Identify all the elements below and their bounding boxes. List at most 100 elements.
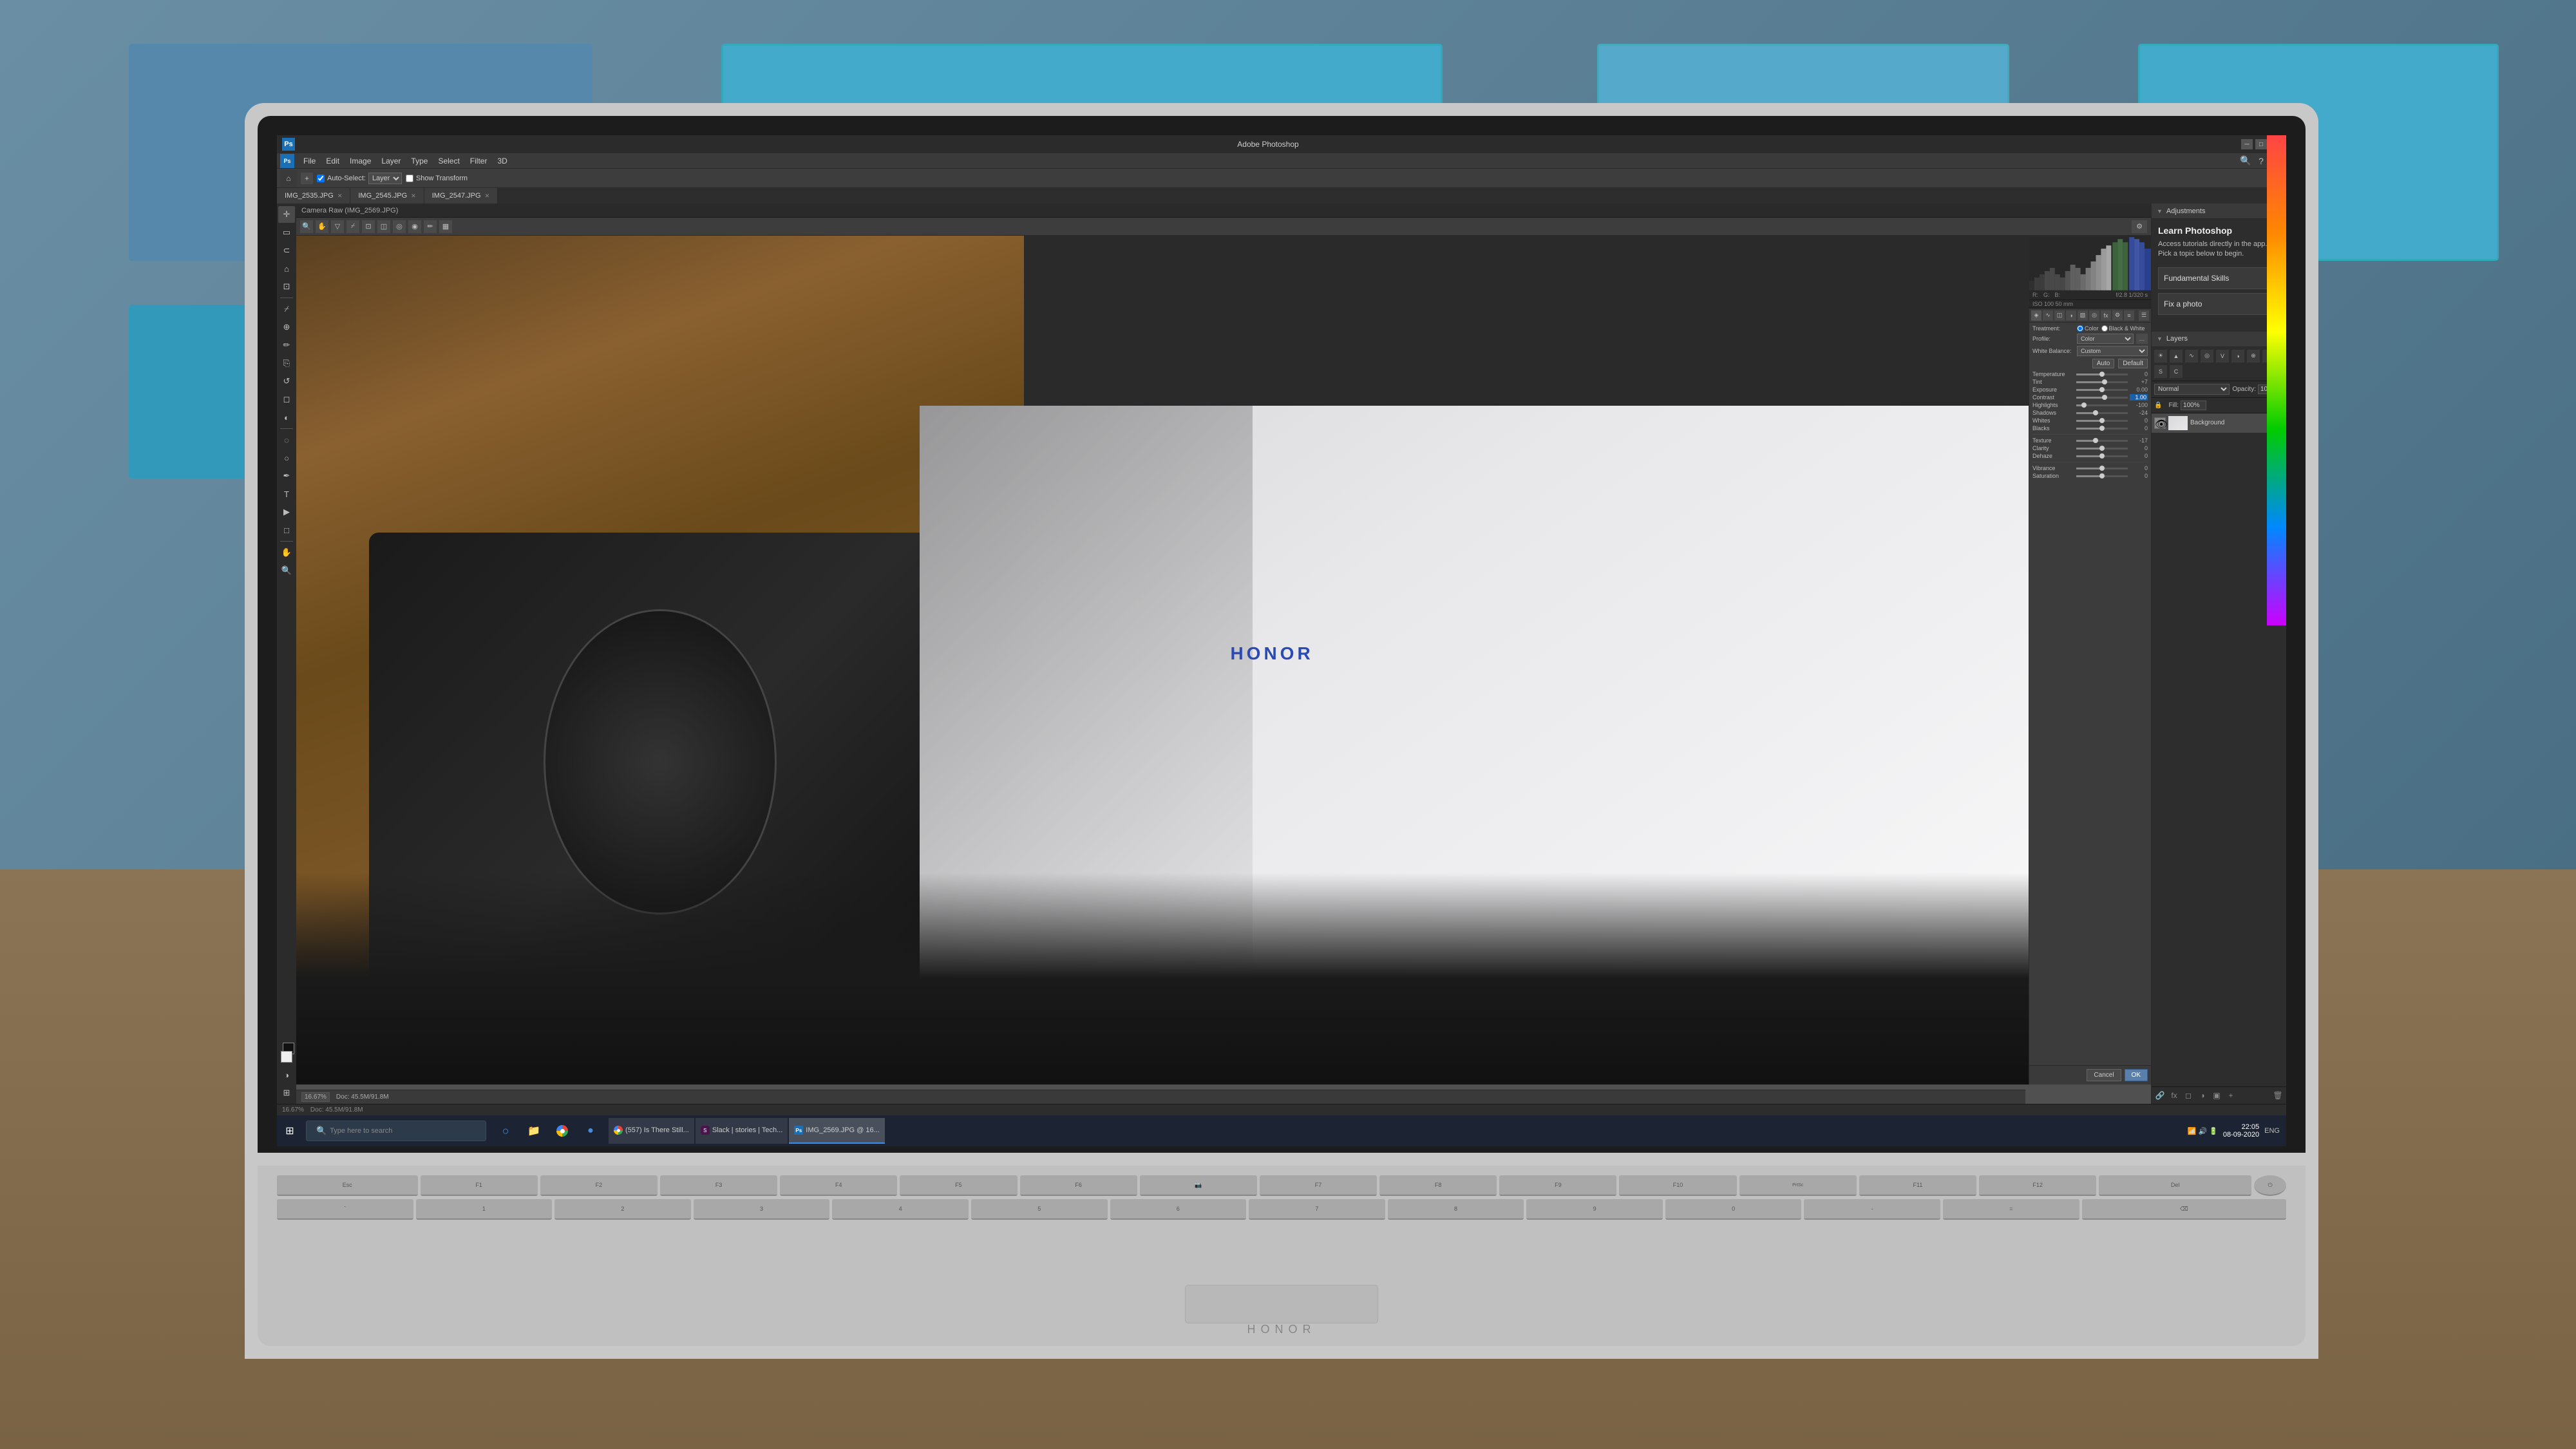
learn-item-fix-photo[interactable]: Fix a photo › — [2158, 293, 2280, 315]
zoom-indicator[interactable]: 16.67% — [301, 1092, 330, 1102]
taskbar-chrome[interactable] — [549, 1118, 575, 1144]
adjustments-panel-header[interactable]: ▼ Adjustments — [2152, 204, 2286, 219]
cr-spot-removal[interactable]: ◎ — [393, 220, 406, 233]
start-button[interactable]: ⊞ — [277, 1118, 303, 1144]
treatment-bw-radio[interactable] — [2101, 325, 2108, 332]
add-mask-btn[interactable]: ◻ — [2183, 1090, 2194, 1101]
menu-type[interactable]: Type — [406, 155, 433, 167]
menu-image[interactable]: Image — [345, 155, 376, 167]
treatment-color-radio[interactable] — [2077, 325, 2083, 332]
sound-icon[interactable]: 🔊 — [2198, 1127, 2207, 1135]
tool-lasso[interactable]: ⊂ — [278, 242, 295, 259]
ok-button[interactable]: OK — [2125, 1069, 2148, 1081]
close-tab-icon-3[interactable]: ✕ — [485, 193, 490, 200]
cr-crop-tool[interactable]: ⊡ — [362, 220, 375, 233]
maximize-button[interactable]: □ — [2255, 139, 2267, 149]
adj-icon-curves[interactable]: ∿ — [2185, 350, 2198, 363]
adj-icon-levels[interactable]: ▲ — [2170, 350, 2183, 363]
tool-eraser[interactable]: ◻ — [278, 391, 295, 408]
adj-icon-selective-color[interactable]: S — [2154, 365, 2167, 378]
key-f5[interactable]: F5 — [900, 1175, 1017, 1196]
tab-img2535[interactable]: IMG_2535.JPG ✕ — [277, 188, 350, 204]
key-f9[interactable]: F9 — [1499, 1175, 1616, 1196]
key-prtsc[interactable]: PrtSc — [1739, 1175, 1857, 1196]
tint-slider[interactable] — [2076, 381, 2128, 383]
key-3[interactable]: 3 — [694, 1199, 830, 1220]
network-icon[interactable]: 📶 — [2188, 1127, 2197, 1135]
key-camera[interactable]: 📷 — [1140, 1175, 1257, 1196]
tool-quick-mask[interactable]: ◑ — [278, 1066, 295, 1083]
new-layer-btn[interactable]: + — [2225, 1090, 2237, 1101]
treatment-bw-option[interactable]: Black & White — [2101, 325, 2145, 332]
tool-shape[interactable]: □ — [278, 522, 295, 538]
key-f11[interactable]: F11 — [1859, 1175, 1976, 1196]
exposure-thumb[interactable] — [2099, 387, 2105, 392]
cr-zoom-tool[interactable]: 🔍 — [300, 220, 313, 233]
key-f3[interactable]: F3 — [660, 1175, 777, 1196]
dehaze-thumb[interactable] — [2099, 453, 2105, 459]
tool-crop[interactable]: ⊡ — [278, 278, 295, 295]
key-del[interactable]: Del — [2099, 1175, 2251, 1196]
whites-slider[interactable] — [2076, 420, 2128, 422]
home-icon[interactable]: ⌂ — [280, 170, 297, 187]
menu-select[interactable]: Select — [433, 155, 464, 167]
key-f12[interactable]: F12 — [1979, 1175, 2096, 1196]
wb-dropdown[interactable]: Custom As Shot Auto Daylight Cloudy — [2077, 346, 2148, 356]
profile-dropdown[interactable]: Color — [2077, 334, 2134, 344]
cr-tab-presets[interactable]: ≡ — [2124, 310, 2134, 321]
cr-tab-calibrate[interactable]: ⚙ — [2112, 310, 2123, 321]
key-minus[interactable]: - — [1804, 1199, 1940, 1220]
key-4[interactable]: 4 — [832, 1199, 969, 1220]
cr-red-eye[interactable]: ◉ — [408, 220, 421, 233]
blacks-slider[interactable] — [2076, 428, 2128, 430]
menu-filter[interactable]: Filter — [465, 155, 493, 167]
blending-mode-dropdown[interactable]: Normal — [2154, 384, 2230, 395]
fill-input[interactable] — [2181, 401, 2206, 410]
learn-item-fundamental[interactable]: Fundamental Skills › — [2158, 267, 2280, 289]
layers-panel-header[interactable]: ▼ Layers — [2152, 332, 2286, 347]
taskbar-files[interactable]: 📁 — [521, 1118, 547, 1144]
adj-icon-hsl[interactable]: ◑ — [2231, 350, 2244, 363]
temperature-slider[interactable] — [2076, 374, 2128, 375]
adj-icon-exposure[interactable]: ◎ — [2201, 350, 2213, 363]
vibrance-thumb[interactable] — [2099, 466, 2105, 471]
menu-3d[interactable]: 3D — [492, 155, 512, 167]
color-spectrum-strip[interactable] — [2267, 204, 2286, 625]
exposure-slider[interactable] — [2076, 389, 2128, 391]
taskbar-search-box[interactable]: 🔍 Type here to search — [306, 1121, 486, 1141]
texture-thumb[interactable] — [2093, 438, 2098, 443]
adj-icon-channels[interactable]: C — [2170, 365, 2183, 378]
whites-thumb[interactable] — [2099, 418, 2105, 423]
saturation-slider[interactable] — [2076, 475, 2128, 477]
auto-button[interactable]: Auto — [2092, 359, 2115, 368]
shadows-slider[interactable] — [2076, 412, 2128, 414]
cr-tab-fx[interactable]: fx — [2101, 310, 2111, 321]
tab-img2545[interactable]: IMG_2545.JPG ✕ — [350, 188, 424, 204]
menu-file[interactable]: File — [298, 155, 321, 167]
tool-blur[interactable]: ◌ — [278, 431, 295, 448]
cr-tab-basic[interactable]: ◈ — [2031, 310, 2041, 321]
contrast-thumb[interactable] — [2102, 395, 2107, 400]
key-backtick[interactable]: ` — [277, 1199, 413, 1220]
taskbar-chrome-tab[interactable]: (557) Is There Still... — [609, 1118, 694, 1144]
profile-browse-btn[interactable]: … — [2136, 334, 2148, 344]
tool-zoom[interactable]: 🔍 — [278, 562, 295, 579]
adj-icon-vibrance[interactable]: V — [2216, 350, 2229, 363]
highlights-slider[interactable] — [2076, 404, 2128, 406]
key-5[interactable]: 5 — [971, 1199, 1108, 1220]
cr-tab-detail[interactable]: ◫ — [2054, 310, 2065, 321]
key-7[interactable]: 7 — [1249, 1199, 1385, 1220]
cr-color-sampler[interactable]: ⌿ — [346, 220, 359, 233]
minimize-button[interactable]: ─ — [2241, 139, 2253, 149]
delete-layer-btn[interactable]: 🗑 — [2272, 1090, 2284, 1101]
cr-adjustment-brush[interactable]: ✏ — [424, 220, 437, 233]
link-layers-btn[interactable]: 🔗 — [2154, 1090, 2166, 1101]
key-1[interactable]: 1 — [416, 1199, 553, 1220]
key-f4[interactable]: F4 — [780, 1175, 897, 1196]
menu-edit[interactable]: Edit — [321, 155, 345, 167]
tool-move[interactable]: ✛ — [278, 206, 295, 223]
key-f6[interactable]: F6 — [1020, 1175, 1137, 1196]
auto-select-dropdown[interactable]: Layer — [368, 173, 402, 184]
show-transform-checkbox[interactable] — [406, 175, 413, 182]
tool-spot-heal[interactable]: ⊕ — [278, 319, 295, 336]
